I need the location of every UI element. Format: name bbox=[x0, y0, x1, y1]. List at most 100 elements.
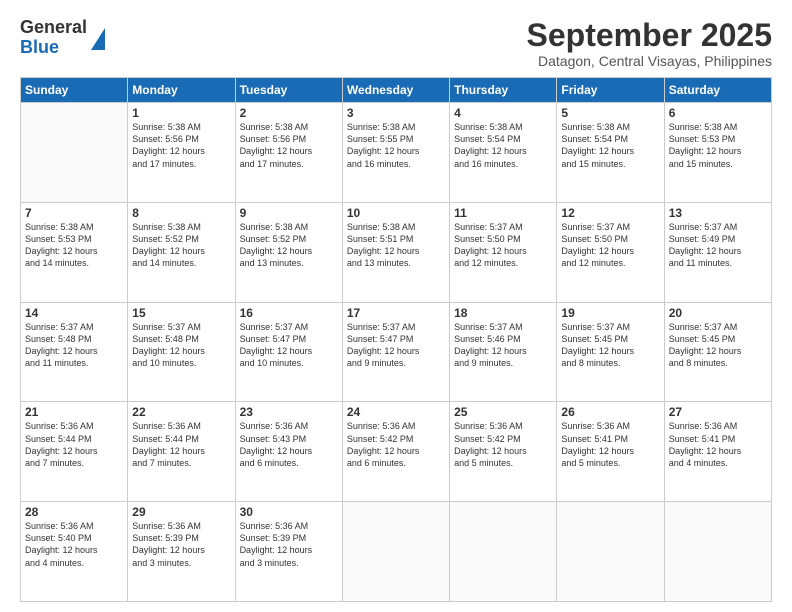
day-info: Sunrise: 5:37 AMSunset: 5:50 PMDaylight:… bbox=[561, 221, 659, 270]
table-row: 3Sunrise: 5:38 AMSunset: 5:55 PMDaylight… bbox=[342, 103, 449, 203]
calendar-week-row: 7Sunrise: 5:38 AMSunset: 5:53 PMDaylight… bbox=[21, 202, 772, 302]
table-row: 28Sunrise: 5:36 AMSunset: 5:40 PMDayligh… bbox=[21, 502, 128, 602]
table-row: 30Sunrise: 5:36 AMSunset: 5:39 PMDayligh… bbox=[235, 502, 342, 602]
col-saturday: Saturday bbox=[664, 78, 771, 103]
day-number: 22 bbox=[132, 405, 230, 419]
day-info: Sunrise: 5:37 AMSunset: 5:45 PMDaylight:… bbox=[669, 321, 767, 370]
calendar-header-row: Sunday Monday Tuesday Wednesday Thursday… bbox=[21, 78, 772, 103]
day-number: 5 bbox=[561, 106, 659, 120]
day-info: Sunrise: 5:37 AMSunset: 5:49 PMDaylight:… bbox=[669, 221, 767, 270]
table-row: 6Sunrise: 5:38 AMSunset: 5:53 PMDaylight… bbox=[664, 103, 771, 203]
day-info: Sunrise: 5:38 AMSunset: 5:52 PMDaylight:… bbox=[132, 221, 230, 270]
day-number: 7 bbox=[25, 206, 123, 220]
logo-blue: Blue bbox=[20, 38, 87, 58]
day-number: 24 bbox=[347, 405, 445, 419]
page: General Blue September 2025 Datagon, Cen… bbox=[0, 0, 792, 612]
day-info: Sunrise: 5:36 AMSunset: 5:42 PMDaylight:… bbox=[454, 420, 552, 469]
table-row: 17Sunrise: 5:37 AMSunset: 5:47 PMDayligh… bbox=[342, 302, 449, 402]
day-info: Sunrise: 5:37 AMSunset: 5:47 PMDaylight:… bbox=[347, 321, 445, 370]
day-number: 9 bbox=[240, 206, 338, 220]
table-row bbox=[450, 502, 557, 602]
day-number: 6 bbox=[669, 106, 767, 120]
table-row: 12Sunrise: 5:37 AMSunset: 5:50 PMDayligh… bbox=[557, 202, 664, 302]
day-info: Sunrise: 5:36 AMSunset: 5:44 PMDaylight:… bbox=[132, 420, 230, 469]
day-number: 19 bbox=[561, 306, 659, 320]
day-number: 4 bbox=[454, 106, 552, 120]
day-info: Sunrise: 5:38 AMSunset: 5:54 PMDaylight:… bbox=[454, 121, 552, 170]
table-row: 15Sunrise: 5:37 AMSunset: 5:48 PMDayligh… bbox=[128, 302, 235, 402]
day-number: 1 bbox=[132, 106, 230, 120]
day-info: Sunrise: 5:38 AMSunset: 5:52 PMDaylight:… bbox=[240, 221, 338, 270]
day-number: 25 bbox=[454, 405, 552, 419]
page-title: September 2025 bbox=[527, 18, 772, 53]
day-info: Sunrise: 5:36 AMSunset: 5:39 PMDaylight:… bbox=[132, 520, 230, 569]
calendar-week-row: 28Sunrise: 5:36 AMSunset: 5:40 PMDayligh… bbox=[21, 502, 772, 602]
day-info: Sunrise: 5:36 AMSunset: 5:39 PMDaylight:… bbox=[240, 520, 338, 569]
table-row: 10Sunrise: 5:38 AMSunset: 5:51 PMDayligh… bbox=[342, 202, 449, 302]
page-subtitle: Datagon, Central Visayas, Philippines bbox=[527, 53, 772, 69]
day-info: Sunrise: 5:37 AMSunset: 5:47 PMDaylight:… bbox=[240, 321, 338, 370]
day-number: 15 bbox=[132, 306, 230, 320]
col-sunday: Sunday bbox=[21, 78, 128, 103]
day-info: Sunrise: 5:36 AMSunset: 5:41 PMDaylight:… bbox=[561, 420, 659, 469]
day-number: 26 bbox=[561, 405, 659, 419]
table-row: 8Sunrise: 5:38 AMSunset: 5:52 PMDaylight… bbox=[128, 202, 235, 302]
col-friday: Friday bbox=[557, 78, 664, 103]
day-number: 3 bbox=[347, 106, 445, 120]
table-row: 2Sunrise: 5:38 AMSunset: 5:56 PMDaylight… bbox=[235, 103, 342, 203]
calendar-week-row: 1Sunrise: 5:38 AMSunset: 5:56 PMDaylight… bbox=[21, 103, 772, 203]
col-thursday: Thursday bbox=[450, 78, 557, 103]
day-info: Sunrise: 5:36 AMSunset: 5:42 PMDaylight:… bbox=[347, 420, 445, 469]
day-info: Sunrise: 5:38 AMSunset: 5:54 PMDaylight:… bbox=[561, 121, 659, 170]
table-row: 9Sunrise: 5:38 AMSunset: 5:52 PMDaylight… bbox=[235, 202, 342, 302]
day-info: Sunrise: 5:36 AMSunset: 5:40 PMDaylight:… bbox=[25, 520, 123, 569]
day-info: Sunrise: 5:37 AMSunset: 5:50 PMDaylight:… bbox=[454, 221, 552, 270]
table-row: 29Sunrise: 5:36 AMSunset: 5:39 PMDayligh… bbox=[128, 502, 235, 602]
day-number: 14 bbox=[25, 306, 123, 320]
day-info: Sunrise: 5:38 AMSunset: 5:56 PMDaylight:… bbox=[132, 121, 230, 170]
day-info: Sunrise: 5:36 AMSunset: 5:44 PMDaylight:… bbox=[25, 420, 123, 469]
logo-text: General Blue bbox=[20, 18, 87, 58]
header: General Blue September 2025 Datagon, Cen… bbox=[20, 18, 772, 69]
day-info: Sunrise: 5:36 AMSunset: 5:43 PMDaylight:… bbox=[240, 420, 338, 469]
day-number: 18 bbox=[454, 306, 552, 320]
table-row: 26Sunrise: 5:36 AMSunset: 5:41 PMDayligh… bbox=[557, 402, 664, 502]
table-row bbox=[557, 502, 664, 602]
day-info: Sunrise: 5:38 AMSunset: 5:51 PMDaylight:… bbox=[347, 221, 445, 270]
day-number: 12 bbox=[561, 206, 659, 220]
calendar-week-row: 21Sunrise: 5:36 AMSunset: 5:44 PMDayligh… bbox=[21, 402, 772, 502]
table-row: 21Sunrise: 5:36 AMSunset: 5:44 PMDayligh… bbox=[21, 402, 128, 502]
day-number: 29 bbox=[132, 505, 230, 519]
day-number: 16 bbox=[240, 306, 338, 320]
day-info: Sunrise: 5:37 AMSunset: 5:48 PMDaylight:… bbox=[25, 321, 123, 370]
day-info: Sunrise: 5:38 AMSunset: 5:56 PMDaylight:… bbox=[240, 121, 338, 170]
day-number: 20 bbox=[669, 306, 767, 320]
day-number: 10 bbox=[347, 206, 445, 220]
col-wednesday: Wednesday bbox=[342, 78, 449, 103]
table-row bbox=[342, 502, 449, 602]
day-info: Sunrise: 5:37 AMSunset: 5:46 PMDaylight:… bbox=[454, 321, 552, 370]
table-row: 22Sunrise: 5:36 AMSunset: 5:44 PMDayligh… bbox=[128, 402, 235, 502]
day-number: 17 bbox=[347, 306, 445, 320]
table-row: 7Sunrise: 5:38 AMSunset: 5:53 PMDaylight… bbox=[21, 202, 128, 302]
day-number: 30 bbox=[240, 505, 338, 519]
col-monday: Monday bbox=[128, 78, 235, 103]
day-number: 2 bbox=[240, 106, 338, 120]
day-info: Sunrise: 5:37 AMSunset: 5:45 PMDaylight:… bbox=[561, 321, 659, 370]
day-number: 23 bbox=[240, 405, 338, 419]
table-row: 25Sunrise: 5:36 AMSunset: 5:42 PMDayligh… bbox=[450, 402, 557, 502]
title-block: September 2025 Datagon, Central Visayas,… bbox=[527, 18, 772, 69]
day-number: 8 bbox=[132, 206, 230, 220]
calendar-week-row: 14Sunrise: 5:37 AMSunset: 5:48 PMDayligh… bbox=[21, 302, 772, 402]
table-row: 20Sunrise: 5:37 AMSunset: 5:45 PMDayligh… bbox=[664, 302, 771, 402]
table-row: 13Sunrise: 5:37 AMSunset: 5:49 PMDayligh… bbox=[664, 202, 771, 302]
day-info: Sunrise: 5:38 AMSunset: 5:53 PMDaylight:… bbox=[669, 121, 767, 170]
table-row: 4Sunrise: 5:38 AMSunset: 5:54 PMDaylight… bbox=[450, 103, 557, 203]
day-info: Sunrise: 5:37 AMSunset: 5:48 PMDaylight:… bbox=[132, 321, 230, 370]
day-number: 13 bbox=[669, 206, 767, 220]
logo-general: General bbox=[20, 18, 87, 38]
table-row bbox=[664, 502, 771, 602]
table-row: 19Sunrise: 5:37 AMSunset: 5:45 PMDayligh… bbox=[557, 302, 664, 402]
day-number: 21 bbox=[25, 405, 123, 419]
day-number: 11 bbox=[454, 206, 552, 220]
